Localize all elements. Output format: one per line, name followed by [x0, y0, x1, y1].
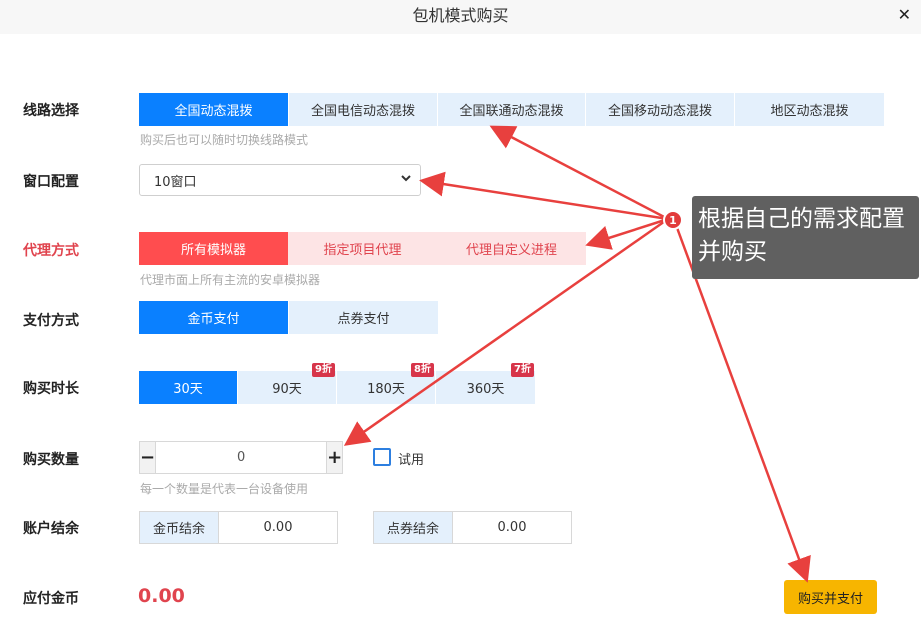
coupon-balance-label: 点券结余: [374, 512, 453, 543]
duration-option-label: 180天: [367, 382, 405, 397]
line-hint: 购买后也可以随时切换线路模式: [140, 133, 309, 147]
coupon-balance: 点券结余 0.00: [373, 511, 572, 544]
proxy-label: 代理方式: [23, 243, 79, 259]
plus-button[interactable]: +: [327, 442, 343, 473]
arrow-to-proxy: [585, 217, 669, 250]
window-select-value: 10窗口: [154, 174, 197, 190]
discount-badge: 7折: [511, 363, 534, 377]
total-amount: 0.00: [138, 585, 185, 607]
payment-label: 支付方式: [23, 313, 79, 329]
discount-badge: 8折: [411, 363, 434, 377]
gold-balance-value: 0.00: [263, 520, 293, 535]
callout-number: 1: [663, 210, 683, 230]
dialog-title: 包机模式购买: [412, 6, 509, 25]
callout-text: 根据自己的需求配置并购买: [692, 196, 919, 279]
proxy-option-custom-process[interactable]: 代理自定义进程: [437, 232, 586, 265]
duration-option-180[interactable]: 180天 8折: [337, 363, 436, 404]
proxy-hint: 代理市面上所有主流的安卓模拟器: [140, 273, 321, 287]
trial-label[interactable]: 试用: [398, 449, 424, 468]
duration-option-label: 30天: [173, 382, 203, 397]
payment-option-coupon[interactable]: 点券支付: [289, 301, 438, 334]
window-label: 窗口配置: [23, 174, 79, 190]
minus-button[interactable]: −: [140, 442, 156, 473]
coupon-balance-value: 0.00: [497, 520, 527, 535]
line-option-mobile[interactable]: 全国移动动态混拨: [586, 93, 735, 126]
arrow-to-window: [419, 171, 669, 221]
arrow-to-line: [489, 125, 669, 221]
line-option-telecom[interactable]: 全国电信动态混拨: [289, 93, 438, 126]
proxy-selector: 所有模拟器 指定项目代理 代理自定义进程: [139, 232, 586, 265]
duration-selector: 30天 90天 9折 180天 8折 360天 7折: [139, 363, 535, 404]
quantity-label: 购买数量: [23, 452, 79, 468]
chevron-down-icon: [400, 172, 412, 187]
quantity-stepper: − +: [139, 441, 343, 474]
line-option-national-mixed[interactable]: 全国动态混拨: [139, 93, 289, 126]
proxy-option-project[interactable]: 指定项目代理: [288, 232, 437, 265]
payment-selector: 金币支付 点券支付: [139, 301, 438, 334]
total-label: 应付金币: [23, 591, 79, 607]
discount-badge: 9折: [312, 363, 335, 377]
proxy-option-all-emulators[interactable]: 所有模拟器: [139, 232, 288, 265]
close-icon[interactable]: ✕: [898, 5, 911, 24]
duration-option-30[interactable]: 30天: [139, 371, 238, 404]
duration-label: 购买时长: [23, 381, 79, 397]
buy-and-pay-button[interactable]: 购买并支付: [784, 580, 877, 614]
payment-option-gold[interactable]: 金币支付: [139, 301, 289, 334]
duration-option-90[interactable]: 90天 9折: [238, 363, 337, 404]
duration-option-label: 90天: [272, 382, 302, 397]
line-selector: 全国动态混拨 全国电信动态混拨 全国联通动态混拨 全国移动动态混拨 地区动态混拨: [139, 93, 884, 126]
trial-checkbox[interactable]: [373, 448, 391, 466]
dialog-header: 包机模式购买 ✕: [0, 0, 921, 34]
line-option-regional[interactable]: 地区动态混拨: [735, 93, 884, 126]
duration-option-360[interactable]: 360天 7折: [436, 363, 535, 404]
quantity-hint: 每一个数量是代表一台设备使用: [140, 482, 309, 496]
gold-balance-label: 金币结余: [140, 512, 219, 543]
line-option-unicom[interactable]: 全国联通动态混拨: [438, 93, 586, 126]
quantity-input[interactable]: [155, 442, 328, 473]
line-label: 线路选择: [23, 103, 79, 119]
duration-option-label: 360天: [466, 382, 505, 397]
gold-balance: 金币结余 0.00: [139, 511, 338, 544]
balance-label: 账户结余: [23, 521, 79, 537]
window-select[interactable]: 10窗口: [139, 164, 421, 196]
